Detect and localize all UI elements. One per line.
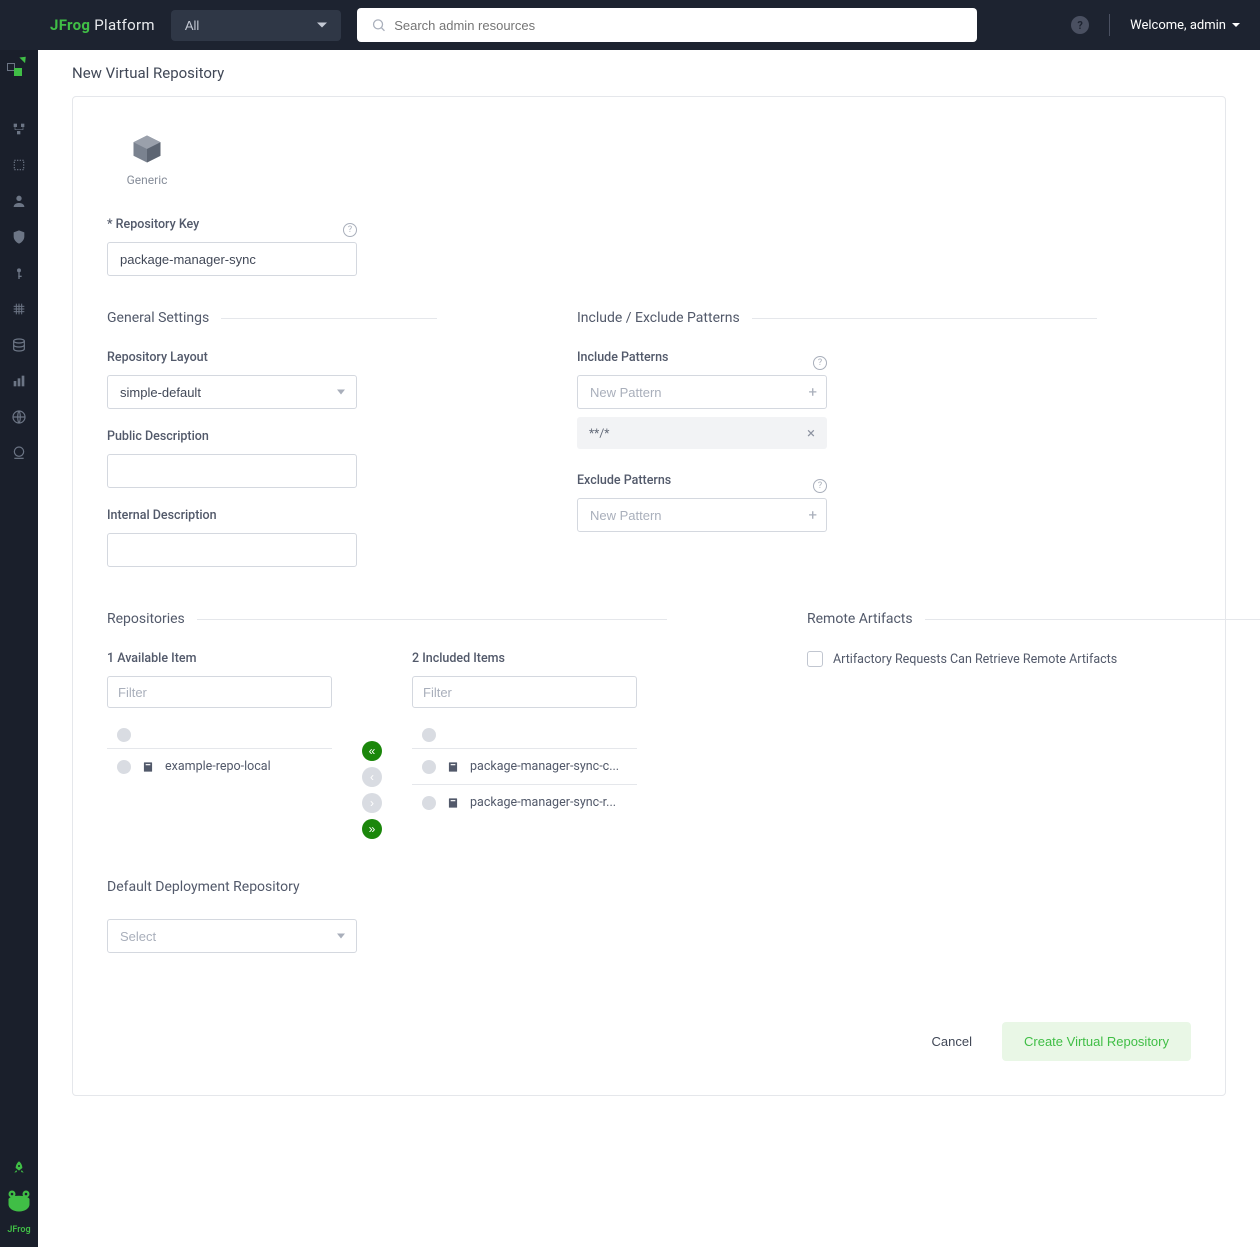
- move-left-button: ‹: [362, 767, 382, 787]
- help-icon[interactable]: ?: [813, 356, 827, 370]
- package-type-label: Generic: [127, 173, 168, 187]
- jfrog-text: JFrog: [7, 1225, 30, 1235]
- sidebar-chart-icon[interactable]: [10, 372, 28, 390]
- welcome-label: Welcome, admin: [1130, 18, 1226, 33]
- list-item[interactable]: package-manager-sync-c...: [412, 749, 637, 785]
- default-deploy-select[interactable]: [107, 919, 357, 953]
- remote-artifacts-heading: Remote Artifacts: [807, 611, 1260, 627]
- sidebar-builds-icon[interactable]: [10, 156, 28, 174]
- repo-name: example-repo-local: [165, 759, 271, 774]
- sidebar-shield-icon[interactable]: [10, 228, 28, 246]
- repo-name: package-manager-sync-r...: [470, 795, 616, 810]
- move-all-left-button[interactable]: «: [362, 741, 382, 761]
- help-icon[interactable]: ?: [1071, 16, 1089, 34]
- remote-artifacts-checkbox-row[interactable]: Artifactory Requests Can Retrieve Remote…: [807, 651, 1260, 667]
- logo: JFrog Platform: [50, 16, 155, 34]
- add-pattern-icon[interactable]: +: [808, 383, 817, 401]
- generic-package-icon: [129, 131, 165, 167]
- list-item[interactable]: package-manager-sync-r...: [412, 785, 637, 820]
- general-settings-heading: General Settings: [107, 310, 437, 326]
- select-all-row[interactable]: [107, 722, 332, 749]
- help-icon[interactable]: ?: [343, 223, 357, 237]
- public-desc-label: Public Description: [107, 429, 437, 444]
- select-all-row[interactable]: [412, 722, 637, 749]
- include-patterns-label: Include Patterns: [577, 350, 669, 365]
- sidebar-db-icon[interactable]: [10, 336, 28, 354]
- remove-pattern-icon[interactable]: ×: [807, 424, 815, 442]
- left-sidebar: JFrog: [0, 50, 38, 1247]
- cancel-button[interactable]: Cancel: [932, 1034, 972, 1049]
- filter-label: All: [185, 18, 199, 33]
- repo-key-label: * Repository Key: [107, 217, 199, 232]
- search-input[interactable]: [394, 18, 963, 33]
- page-title: New Virtual Repository: [38, 50, 1260, 96]
- public-desc-input[interactable]: [107, 454, 357, 488]
- help-icon[interactable]: ?: [813, 479, 827, 493]
- sidebar-grid-icon[interactable]: [10, 300, 28, 318]
- move-all-right-button[interactable]: »: [362, 819, 382, 839]
- patterns-heading: Include / Exclude Patterns: [577, 310, 1097, 326]
- resource-filter-dropdown[interactable]: All: [171, 10, 341, 41]
- repositories-heading: Repositories: [107, 611, 667, 627]
- jfrog-frog-logo: [5, 1187, 33, 1215]
- pattern-text: **/*: [589, 426, 609, 440]
- sidebar-rocket-icon[interactable]: [10, 1159, 28, 1177]
- header-right: ? Welcome, admin: [1071, 14, 1240, 36]
- user-menu[interactable]: Welcome, admin: [1130, 18, 1240, 33]
- repo-icon: [446, 796, 460, 810]
- logo-platform: Platform: [90, 16, 155, 34]
- repo-layout-label: Repository Layout: [107, 350, 437, 365]
- included-filter-input[interactable]: [412, 676, 637, 708]
- create-repo-button[interactable]: Create Virtual Repository: [1002, 1022, 1191, 1061]
- divider: [1109, 14, 1110, 36]
- available-count-label: 1 Available Item: [107, 651, 332, 666]
- form-card: Generic * Repository Key ? General Setti…: [72, 96, 1226, 1096]
- default-deploy-label: Default Deployment Repository: [107, 879, 667, 895]
- sidebar-user-icon[interactable]: [10, 192, 28, 210]
- included-listbox: 2 Included Items package-manager-sync-c.…: [412, 651, 637, 820]
- sidebar-globe-icon[interactable]: [10, 408, 28, 426]
- add-pattern-icon[interactable]: +: [808, 506, 817, 524]
- logo-frog: Frog: [59, 16, 91, 34]
- include-pattern-input[interactable]: [577, 375, 827, 409]
- repo-layout-select[interactable]: [107, 375, 357, 409]
- remote-artifacts-checkbox[interactable]: [807, 651, 823, 667]
- sidebar-dashboard-icon[interactable]: [10, 63, 28, 81]
- form-footer: Cancel Create Virtual Repository: [107, 998, 1191, 1061]
- sidebar-tree-icon[interactable]: [10, 120, 28, 138]
- select-icon: [422, 796, 436, 810]
- exclude-pattern-input[interactable]: [577, 498, 827, 532]
- select-all-icon: [117, 728, 131, 742]
- search-icon: [371, 17, 386, 33]
- package-type: Generic: [107, 131, 187, 187]
- move-right-button: ›: [362, 793, 382, 813]
- remote-artifacts-label: Artifactory Requests Can Retrieve Remote…: [833, 652, 1117, 667]
- repo-icon: [446, 760, 460, 774]
- internal-desc-label: Internal Description: [107, 508, 437, 523]
- select-icon: [422, 760, 436, 774]
- logo-j: J: [50, 16, 59, 34]
- main-content: New Virtual Repository Generic * Reposit…: [38, 50, 1260, 1247]
- available-filter-input[interactable]: [107, 676, 332, 708]
- select-icon: [117, 760, 131, 774]
- included-count-label: 2 Included Items: [412, 651, 637, 666]
- transfer-buttons: « ‹ › »: [362, 741, 382, 839]
- list-item[interactable]: example-repo-local: [107, 749, 332, 784]
- top-header: JFrog Platform All ? Welcome, admin: [0, 0, 1260, 50]
- search-field[interactable]: [357, 8, 977, 42]
- repo-key-input[interactable]: [107, 242, 357, 276]
- available-listbox: 1 Available Item example-repo-local: [107, 651, 332, 784]
- repo-name: package-manager-sync-c...: [470, 759, 619, 774]
- internal-desc-input[interactable]: [107, 533, 357, 567]
- exclude-patterns-label: Exclude Patterns: [577, 473, 671, 488]
- select-all-icon: [422, 728, 436, 742]
- repo-icon: [141, 760, 155, 774]
- sidebar-key-icon[interactable]: [10, 264, 28, 282]
- include-pattern-tag: **/* ×: [577, 417, 827, 449]
- sidebar-circle-icon[interactable]: [10, 444, 28, 462]
